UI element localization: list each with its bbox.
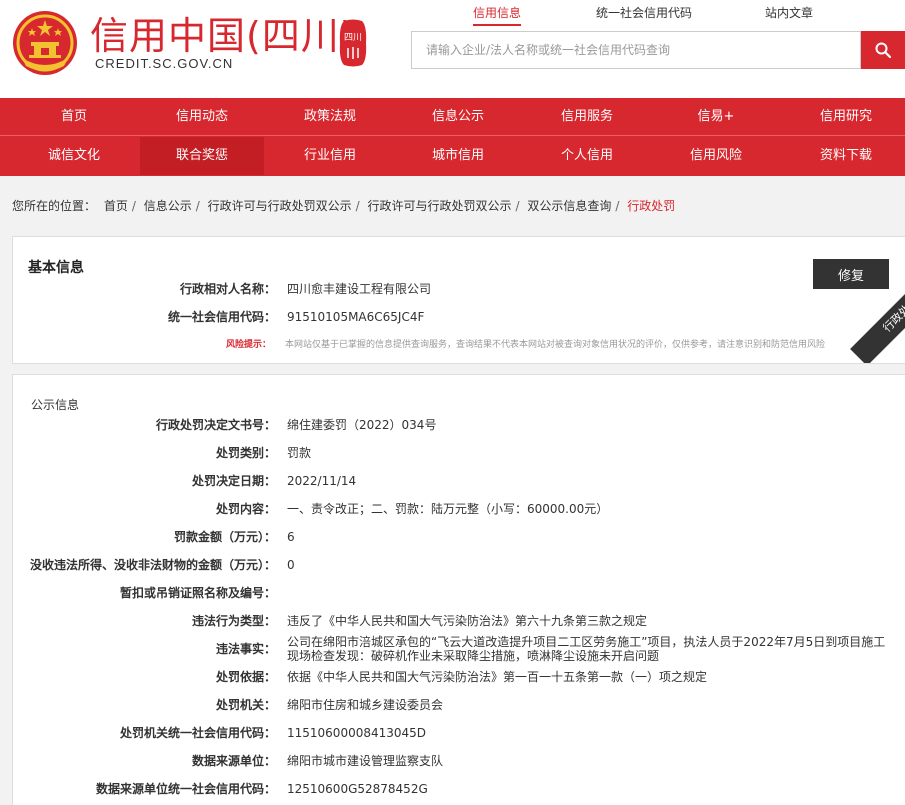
field-label: 处罚机关： xyxy=(215,698,276,712)
field-label: 行政相对人名称： xyxy=(179,282,276,296)
nav-row-1: 首页 信用动态 政策法规 信息公示 信用服务 信易+ 信用研究 xyxy=(0,98,905,136)
field-label: 数据来源单位： xyxy=(191,754,276,768)
repair-button[interactable]: 修复 xyxy=(813,259,889,289)
field-label: 统一社会信用代码： xyxy=(167,310,276,324)
field-credit-code: 统一社会信用代码： 91510105MA6C65JC4F xyxy=(13,307,905,327)
nav-credit-research[interactable]: 信用研究 xyxy=(791,98,901,136)
field-penalty-type: 处罚类别： 罚款 xyxy=(13,443,905,463)
site-domain: CREDIT.SC.GOV.CN xyxy=(95,56,234,71)
public-info-panel: 公示信息 行政处罚决定文书号： 绵住建委罚（2022）034号 处罚类别： 罚款… xyxy=(12,374,905,805)
field-label: 处罚类别： xyxy=(215,446,276,460)
field-penalty-content: 处罚内容： 一、责令改正；二、罚款：陆万元整（小写：60000.00元） xyxy=(13,499,905,519)
top-link-credit-code[interactable]: 统一社会信用代码 xyxy=(596,4,692,22)
field-value: 91510105MA6C65JC4F xyxy=(287,310,425,324)
top-link-credit-info[interactable]: 信用信息 xyxy=(473,4,522,26)
field-value: 罚款 xyxy=(287,446,312,460)
nav-downloads[interactable]: 资料下载 xyxy=(791,137,901,175)
field-label: 行政处罚决定文书号： xyxy=(155,418,276,432)
basic-info-title: 基本信息 xyxy=(28,260,84,276)
field-data-source-credit-code: 数据来源单位统一社会信用代码： 12510600G52878452G xyxy=(13,779,905,799)
field-value: 绵住建委罚（2022）034号 xyxy=(287,418,437,432)
field-value: 0 xyxy=(287,558,295,572)
nav-credit-service[interactable]: 信用服务 xyxy=(532,98,642,136)
field-value: 绵阳市住房和城乡建设委员会 xyxy=(287,698,444,712)
field-value: 2022/11/14 xyxy=(287,474,357,488)
field-data-source: 数据来源单位： 绵阳市城市建设管理监察支队 xyxy=(13,751,905,771)
field-confiscation-amount: 没收违法所得、没收非法财物的金额（万元）： 0 xyxy=(13,555,905,575)
field-label: 罚款金额（万元）： xyxy=(173,530,276,544)
breadcrumb-double-disclosure-2[interactable]: 行政许可与行政处罚双公示 xyxy=(368,199,512,213)
risk-label: 风险提示： xyxy=(226,340,272,350)
field-label: 数据来源单位统一社会信用代码： xyxy=(95,782,276,796)
field-value: 6 xyxy=(287,530,295,544)
field-fine-amount: 罚款金额（万元）： 6 xyxy=(13,527,905,547)
nav-xinyi-plus[interactable]: 信易+ xyxy=(661,98,771,136)
field-penalty-authority: 处罚机关： 绵阳市住房和城乡建设委员会 xyxy=(13,695,905,715)
risk-notice: 风险提示： 本网站仅基于已掌握的信息提供查询服务，查询结果不代表本网站对被查询对… xyxy=(13,337,905,353)
public-info-title: 公示信息 xyxy=(31,398,80,412)
site-title[interactable]: 信用中国(四川) xyxy=(90,12,356,60)
field-entity-name: 行政相对人名称： 四川愈丰建设工程有限公司 xyxy=(13,279,905,299)
field-value: 公司在绵阳市涪城区承包的“飞云大道改造提升项目二工区劳务施工”项目，执法人员于2… xyxy=(287,635,886,663)
field-label: 违法行为类型： xyxy=(191,614,276,628)
svg-text:四川: 四川 xyxy=(344,33,362,43)
basic-info-panel: 基本信息 行政相对人名称： 四川愈丰建设工程有限公司 统一社会信用代码： 915… xyxy=(12,236,905,364)
top-link-articles[interactable]: 站内文章 xyxy=(765,4,813,22)
field-value: 依据《中华人民共和国大气污染防治法》第一百一十五条第一款（一）项之规定 xyxy=(287,670,708,684)
nav-info-disclosure[interactable]: 信息公示 xyxy=(403,98,513,136)
nav-personal-credit[interactable]: 个人信用 xyxy=(532,137,642,175)
breadcrumb-prefix: 您所在的位置： xyxy=(12,199,97,213)
nav-policy[interactable]: 政策法规 xyxy=(275,98,385,136)
field-value: 四川愈丰建设工程有限公司 xyxy=(287,282,432,296)
field-label: 处罚内容： xyxy=(215,502,276,516)
field-decision-date: 处罚决定日期： 2022/11/14 xyxy=(13,471,905,491)
nav-credit-risk[interactable]: 信用风险 xyxy=(661,137,771,175)
breadcrumb-info-disclosure[interactable]: 信息公示 xyxy=(144,199,192,213)
field-label: 违法事实： xyxy=(215,642,276,656)
nav-credit-news[interactable]: 信用动态 xyxy=(147,98,257,136)
field-value: 违反了《中华人民共和国大气污染防治法》第六十九条第三款之规定 xyxy=(287,614,648,628)
national-emblem-icon xyxy=(13,11,77,75)
nav-integrity-culture[interactable]: 诚信文化 xyxy=(19,137,129,175)
field-label: 处罚决定日期： xyxy=(191,474,276,488)
field-authority-credit-code: 处罚机关统一社会信用代码： 11510600008413045D xyxy=(13,723,905,743)
field-penalty-basis: 处罚依据： 依据《中华人民共和国大气污染防治法》第一百一十五条第一款（一）项之规… xyxy=(13,667,905,687)
field-label: 没收违法所得、没收非法财物的金额（万元）： xyxy=(29,558,276,572)
field-value: 12510600G52878452G xyxy=(287,782,428,796)
nav-row-2: 诚信文化 联合奖惩 行业信用 城市信用 个人信用 信用风险 资料下载 xyxy=(0,137,905,175)
search-input[interactable] xyxy=(411,31,861,69)
search-button[interactable] xyxy=(861,31,905,69)
sichuan-seal-icon: 四川 xyxy=(339,19,367,67)
field-violation-type: 违法行为类型： 违反了《中华人民共和国大气污染防治法》第六十九条第三款之规定 xyxy=(13,611,905,631)
field-label: 处罚依据： xyxy=(215,670,276,684)
nav-city-credit[interactable]: 城市信用 xyxy=(403,137,513,175)
nav-home[interactable]: 首页 xyxy=(19,98,129,136)
field-value: 11510600008413045D xyxy=(287,726,427,740)
field-value: 一、责令改正；二、罚款：陆万元整（小写：60000.00元） xyxy=(287,502,609,516)
breadcrumb-home[interactable]: 首页 xyxy=(104,199,128,213)
breadcrumb-current: 行政处罚 xyxy=(627,199,676,213)
nav-joint-reward-punish[interactable]: 联合奖惩 xyxy=(140,137,264,175)
field-label: 处罚机关统一社会信用代码： xyxy=(119,726,276,740)
breadcrumb: 您所在的位置： 首页 / 信息公示 / 行政许可与行政处罚双公示 / 行政许可与行政处… xyxy=(12,199,676,213)
field-label: 暂扣或吊销证照名称及编号： xyxy=(119,586,276,600)
nav-industry-credit[interactable]: 行业信用 xyxy=(275,137,385,175)
breadcrumb-query[interactable]: 双公示信息查询 xyxy=(527,199,611,213)
field-license-revoked: 暂扣或吊销证照名称及编号： xyxy=(13,583,905,603)
field-value: 绵阳市城市建设管理监察支队 xyxy=(287,754,444,768)
field-decision-number: 行政处罚决定文书号： 绵住建委罚（2022）034号 xyxy=(13,415,905,435)
main-nav: 首页 信用动态 政策法规 信息公示 信用服务 信易+ 信用研究 诚信文化 联合奖… xyxy=(0,98,905,176)
site-header: 信用中国(四川) CREDIT.SC.GOV.CN 四川 信用信息 统一社会信用… xyxy=(0,0,905,98)
breadcrumb-double-disclosure[interactable]: 行政许可与行政处罚双公示 xyxy=(208,199,352,213)
risk-text: 本网站仅基于已掌握的信息提供查询服务，查询结果不代表本网站对被查询对象信用状况的… xyxy=(285,340,826,350)
search-icon xyxy=(875,42,891,58)
field-violation-facts: 违法事实： 公司在绵阳市涪城区承包的“飞云大道改造提升项目二工区劳务施工”项目，… xyxy=(13,634,905,664)
